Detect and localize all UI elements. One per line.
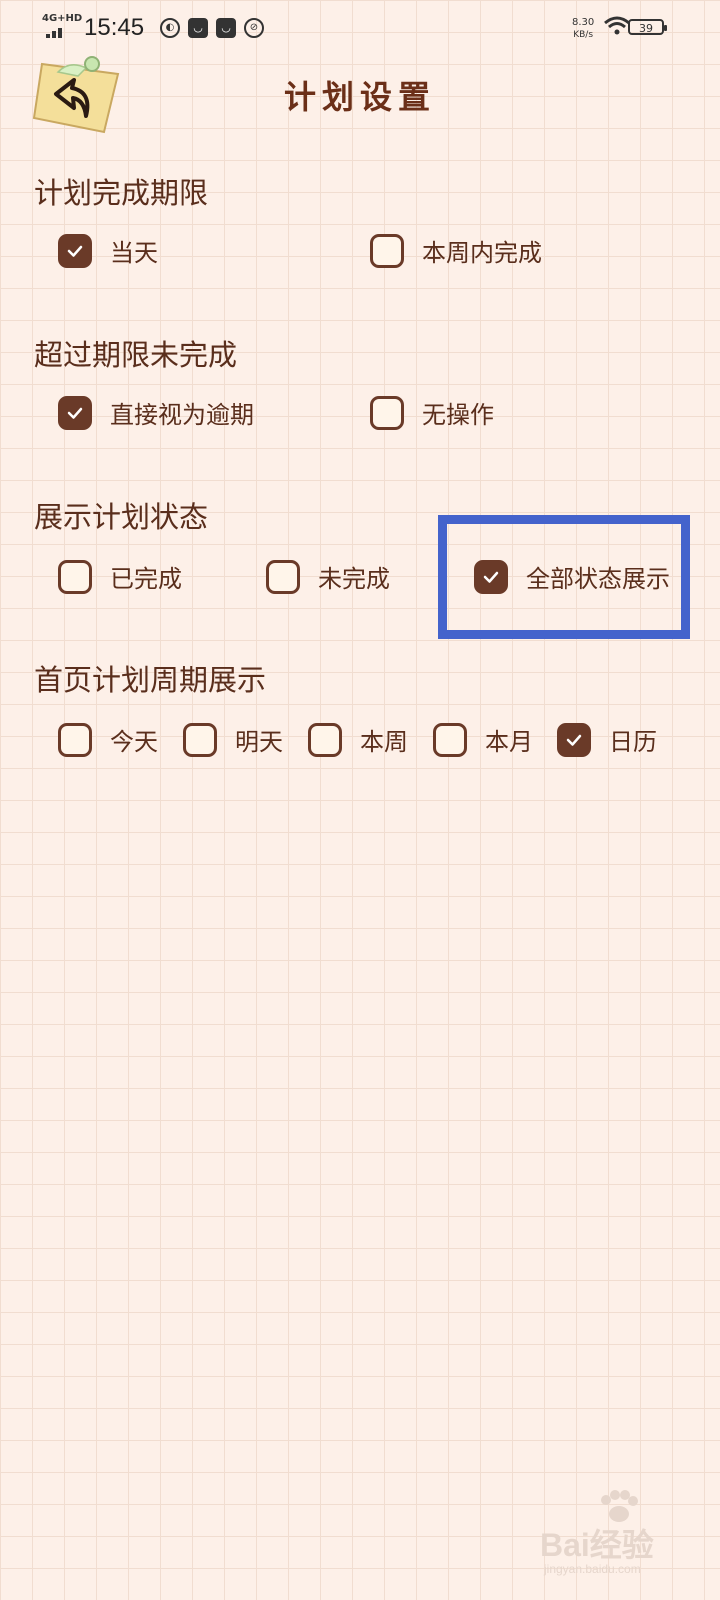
option-tomorrow[interactable]: 明天	[183, 722, 283, 757]
checkbox-unchecked[interactable]	[266, 559, 300, 594]
option-label: 本月	[485, 728, 533, 756]
baidu-watermark: Bai经验 jingyan.baidu.com	[540, 1490, 710, 1590]
checkmark-icon	[67, 245, 83, 257]
option-label: 无操作	[422, 401, 494, 429]
option-calendar[interactable]: 日历	[557, 722, 657, 757]
checkbox-checked[interactable]	[58, 395, 92, 430]
watermark-text: Bai经验	[540, 1527, 654, 1563]
section-title-status-display: 展示计划状态	[34, 500, 209, 534]
option-this-month[interactable]: 本月	[433, 722, 533, 757]
highlight-annotation-box	[438, 515, 690, 639]
page-title: 计划设置	[283, 78, 436, 116]
signal-icon	[46, 28, 62, 38]
speed-value: 8.30	[572, 17, 595, 28]
section-title-deadline: 计划完成期限	[34, 176, 209, 210]
option-mark-overdue[interactable]: 直接视为逾期	[58, 395, 254, 430]
checkbox-unchecked[interactable]	[308, 722, 342, 757]
checkbox-unchecked[interactable]	[370, 233, 404, 268]
wifi-icon	[604, 16, 630, 35]
network-indicator: 4G+HD	[42, 13, 83, 24]
checkbox-unchecked[interactable]	[433, 722, 467, 757]
watermark-url: jingyan.baidu.com	[544, 1562, 641, 1576]
option-this-week[interactable]: 本周内完成	[370, 233, 542, 268]
option-label: 本周内完成	[422, 239, 542, 267]
option-label: 直接视为逾期	[110, 401, 254, 429]
checkbox-unchecked[interactable]	[58, 722, 92, 757]
checkbox-checked[interactable]	[58, 233, 92, 268]
checkmark-icon	[566, 734, 582, 746]
section-title-overdue: 超过期限未完成	[34, 338, 238, 372]
shopping-bag-icon: ◡	[216, 18, 236, 38]
notification-icons: ◐ ◡ ◡ ⊘	[160, 18, 264, 38]
option-today-period[interactable]: 今天	[58, 722, 158, 757]
clock: 15:45	[84, 14, 145, 41]
network-speed: 8.30 KB/s	[572, 17, 595, 41]
checkbox-unchecked[interactable]	[370, 395, 404, 430]
option-label: 本周	[360, 728, 408, 756]
option-completed[interactable]: 已完成	[58, 559, 182, 594]
option-label: 明天	[235, 728, 283, 756]
usage-icon: ◐	[160, 18, 180, 38]
option-incomplete[interactable]: 未完成	[266, 559, 390, 594]
checkbox-unchecked[interactable]	[183, 722, 217, 757]
section-title-home-period: 首页计划周期展示	[34, 663, 267, 697]
shopping-bag-icon: ◡	[188, 18, 208, 38]
option-today[interactable]: 当天	[58, 233, 158, 268]
speed-unit: KB/s	[573, 30, 594, 40]
option-label: 今天	[110, 728, 158, 756]
option-this-week-period[interactable]: 本周	[308, 722, 408, 757]
battery-indicator: 39	[628, 19, 667, 35]
checkmark-icon	[67, 407, 83, 419]
option-no-action[interactable]: 无操作	[370, 395, 494, 430]
checkbox-unchecked[interactable]	[58, 559, 92, 594]
option-label: 未完成	[318, 565, 390, 593]
option-label: 已完成	[110, 565, 182, 593]
checkbox-checked[interactable]	[557, 722, 591, 757]
status-bar: 4G+HD 15:45 ◐ ◡ ◡ ⊘ 8.30 KB/s 39	[0, 0, 720, 56]
leaf-icon: ⊘	[244, 18, 264, 38]
paw-icon	[601, 1490, 638, 1522]
option-label: 当天	[110, 239, 158, 267]
option-label: 日历	[609, 728, 657, 756]
